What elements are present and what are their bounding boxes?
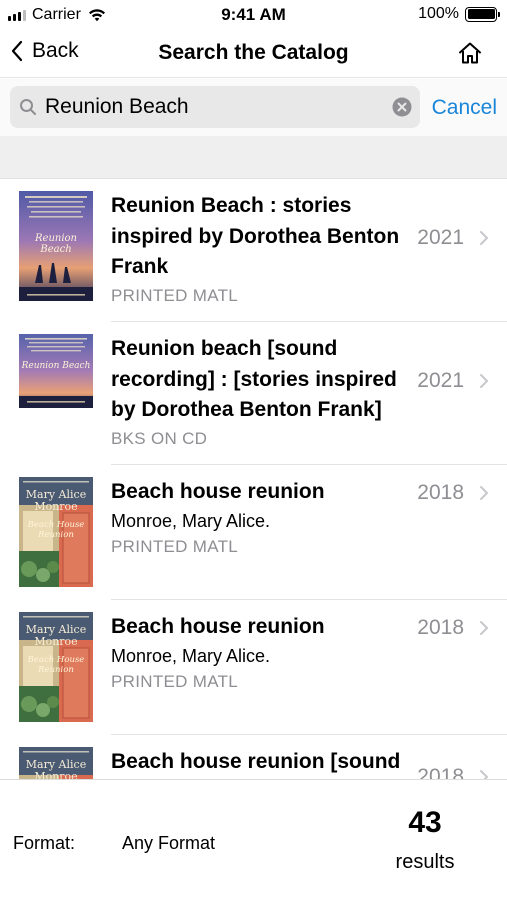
book-cover-image: Reunion Beach xyxy=(19,334,93,408)
battery-percent: 100% xyxy=(418,5,459,22)
result-author: Monroe, Mary Alice. xyxy=(111,510,271,531)
results-list: Reunion Beach Reunion Beach : stories in… xyxy=(0,179,507,779)
clear-search-icon[interactable] xyxy=(392,97,412,117)
result-title: Reunion beach [sound recording] : [stori… xyxy=(111,337,397,421)
format-label: Format: xyxy=(13,833,76,853)
result-text: Reunion beach [sound recording] : [stori… xyxy=(111,334,397,452)
svg-text:Beach House: Beach House xyxy=(27,520,85,530)
cancel-button[interactable]: Cancel xyxy=(432,96,497,120)
book-cover-image: Mary Alice Monroe Beach House Reunion xyxy=(19,477,93,587)
result-format: PRINTED MATL xyxy=(111,536,239,556)
result-year: 2021 xyxy=(417,226,464,249)
svg-text:Reunion Beach: Reunion Beach xyxy=(21,361,91,371)
search-icon xyxy=(20,99,36,115)
svg-text:Reunion: Reunion xyxy=(34,233,77,244)
list-item[interactable]: Reunion Beach Reunion beach [sound recor… xyxy=(0,322,507,465)
result-text: Beach house reunion Monroe, Mary Alice. … xyxy=(111,612,325,695)
chevron-right-icon xyxy=(480,374,488,388)
home-icon[interactable] xyxy=(457,40,483,66)
result-title: Reunion Beach : stories inspired by Doro… xyxy=(111,194,400,278)
status-bar: Carrier 9:41 AM 100% xyxy=(0,0,507,30)
list-item[interactable]: Mary Alice Monroe Beach house reunion [s… xyxy=(0,735,507,779)
svg-text:Monroe: Monroe xyxy=(34,635,77,648)
book-cover-image: Mary Alice Monroe xyxy=(19,747,93,779)
results-footer: Format: Any Format 43 results xyxy=(0,779,507,900)
format-filter-button[interactable]: Any Format xyxy=(122,833,215,854)
chevron-left-icon xyxy=(11,40,23,62)
result-text: Beach house reunion [sound xyxy=(111,747,400,778)
back-label: Back xyxy=(32,39,79,62)
result-year: 2021 xyxy=(417,369,464,392)
section-separator xyxy=(0,136,507,179)
book-cover-image: Mary Alice Monroe Beach House Reunion xyxy=(19,612,93,722)
result-format: BKS ON CD xyxy=(111,428,208,448)
results-count-label: results xyxy=(395,851,455,873)
battery-icon xyxy=(465,6,500,22)
list-item[interactable]: Reunion Beach Reunion Beach : stories in… xyxy=(0,179,507,322)
svg-text:Beach House: Beach House xyxy=(27,655,85,665)
book-cover-image: Reunion Beach xyxy=(19,191,93,301)
result-title: Beach house reunion xyxy=(111,615,325,638)
result-format: PRINTED MATL xyxy=(111,671,239,691)
result-year: 2018 xyxy=(417,481,464,504)
result-text: Beach house reunion Monroe, Mary Alice. … xyxy=(111,477,325,560)
result-year: 2018 xyxy=(417,616,464,639)
search-input[interactable]: Reunion Beach xyxy=(10,86,420,128)
svg-text:Monroe: Monroe xyxy=(34,770,77,779)
result-title: Beach house reunion [sound xyxy=(111,750,401,773)
status-right: 100% xyxy=(418,5,500,23)
result-title: Beach house reunion xyxy=(111,480,325,503)
result-format: PRINTED MATL xyxy=(111,285,239,305)
svg-text:Reunion: Reunion xyxy=(37,530,74,540)
navigation-bar: Back Search the Catalog xyxy=(0,30,507,78)
result-text: Reunion Beach : stories inspired by Doro… xyxy=(111,191,399,309)
chevron-right-icon xyxy=(480,231,488,245)
result-year: 2018 xyxy=(417,765,464,779)
list-item[interactable]: Mary Alice Monroe Beach House Reunion Be… xyxy=(0,465,507,600)
search-query: Reunion Beach xyxy=(45,95,189,118)
svg-text:Beach: Beach xyxy=(39,244,71,255)
list-item[interactable]: Mary Alice Monroe Beach House Reunion Be… xyxy=(0,600,507,735)
search-bar: Reunion Beach Cancel xyxy=(0,79,507,136)
chevron-right-icon xyxy=(480,770,488,779)
back-button[interactable]: Back xyxy=(10,39,79,63)
svg-text:Monroe: Monroe xyxy=(34,500,77,513)
chevron-right-icon xyxy=(480,486,488,500)
results-count: 43 xyxy=(408,806,442,839)
svg-text:Reunion: Reunion xyxy=(37,665,74,675)
result-author: Monroe, Mary Alice. xyxy=(111,645,271,666)
chevron-right-icon xyxy=(480,621,488,635)
